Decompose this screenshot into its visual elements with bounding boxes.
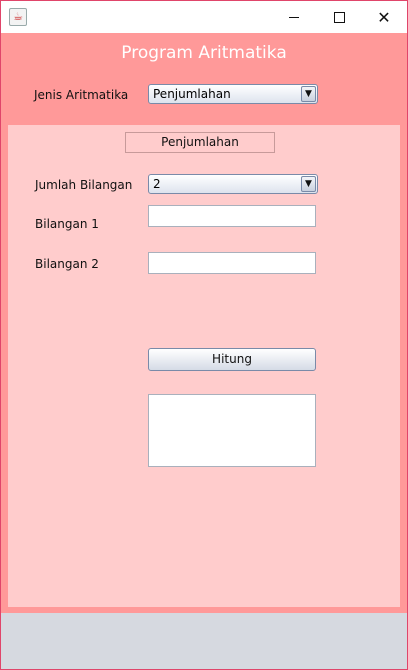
bilangan-2-label: Bilangan 2 <box>35 257 99 271</box>
jenis-aritmatika-label: Jenis Aritmatika <box>34 88 129 102</box>
dropdown-arrow-icon[interactable]: ▼ <box>301 176 316 192</box>
operation-title: Penjumlahan <box>125 132 275 153</box>
close-button[interactable]: ✕ <box>361 1 407 33</box>
minimize-icon <box>289 16 299 18</box>
title-bar[interactable]: ☕ ✕ <box>1 1 407 33</box>
jumlah-bilangan-label: Jumlah Bilangan <box>35 178 133 192</box>
minimize-button[interactable] <box>271 1 317 33</box>
main-content: Program Aritmatika Jenis Aritmatika Penj… <box>1 33 407 613</box>
app-title: Program Aritmatika <box>121 43 287 63</box>
jumlah-bilangan-value: 2 <box>153 177 161 191</box>
maximize-icon <box>333 11 345 23</box>
bilangan-1-input[interactable] <box>148 205 316 227</box>
dropdown-arrow-icon[interactable]: ▼ <box>301 86 316 102</box>
hitung-button[interactable]: Hitung <box>148 348 316 371</box>
app-window: ☕ ✕ Program Aritmatika Jenis Aritmatika … <box>0 0 408 670</box>
result-output[interactable] <box>148 394 316 467</box>
close-icon: ✕ <box>377 7 391 27</box>
input-panel: Penjumlahan Jumlah Bilangan 2 ▼ Bilangan… <box>8 125 400 607</box>
bilangan-2-input[interactable] <box>148 252 316 274</box>
jumlah-bilangan-combo[interactable]: 2 ▼ <box>148 174 318 194</box>
java-app-icon: ☕ <box>9 8 27 26</box>
jenis-aritmatika-combo[interactable]: Penjumlahan ▼ <box>148 84 318 104</box>
jenis-aritmatika-value: Penjumlahan <box>153 87 231 101</box>
bilangan-1-label: Bilangan 1 <box>35 217 99 231</box>
maximize-button[interactable] <box>316 1 362 33</box>
